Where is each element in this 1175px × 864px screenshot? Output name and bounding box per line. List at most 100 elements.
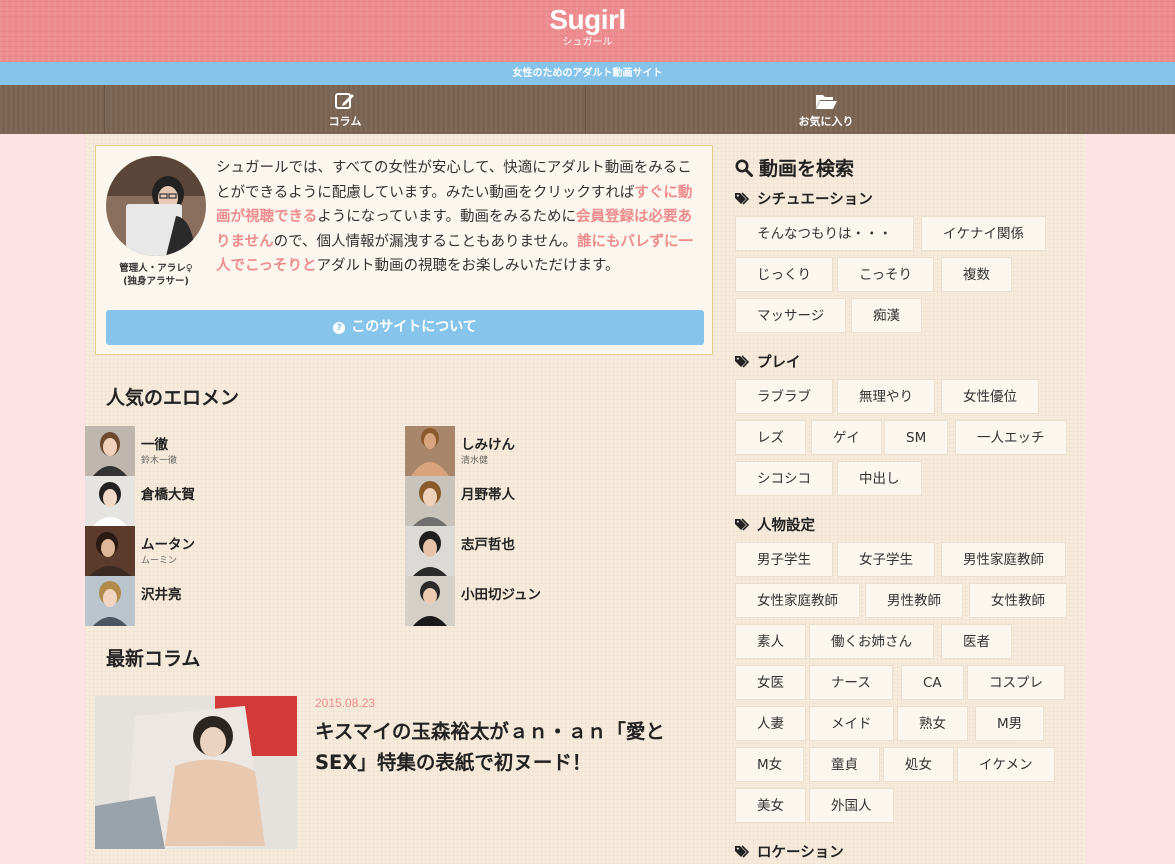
tag-button[interactable]: 女性家庭教師 xyxy=(735,583,860,618)
list-item[interactable]: 月野帯人 xyxy=(405,476,705,526)
man-photo xyxy=(85,426,135,476)
tag-button[interactable]: 女子学生 xyxy=(837,542,935,577)
column-thumbnail[interactable] xyxy=(95,696,297,849)
list-item[interactable]: ムータン ムーミン xyxy=(85,526,385,576)
category-label: 人物設定 xyxy=(757,518,815,534)
tag-button[interactable]: 美女 xyxy=(735,788,806,823)
category-title-situation: シチュエーション xyxy=(735,188,873,209)
man-name: ムータン xyxy=(141,537,195,553)
tag-button[interactable]: 痴漢 xyxy=(851,298,922,333)
man-photo xyxy=(85,576,135,626)
tag-button[interactable]: SM xyxy=(884,420,949,455)
intro-box: 管理人・アラレ♀ (独身アラサー) シュガールでは、すべての女性が安心して、快適… xyxy=(95,145,713,355)
tag-button[interactable]: イケナイ関係 xyxy=(921,216,1046,251)
tag-button[interactable]: 働くお姉さん xyxy=(809,624,934,659)
list-item[interactable]: 沢井亮 xyxy=(85,576,385,626)
tag-button[interactable]: メイド xyxy=(809,706,894,741)
question-circle-icon: ? xyxy=(333,322,346,334)
tag-button[interactable]: 人妻 xyxy=(735,706,806,741)
category-label: プレイ xyxy=(757,355,801,371)
column-title-link[interactable]: キスマイの玉森裕太がａｎ・ａｎ「愛とSEX」特集の表紙で初ヌード！ xyxy=(315,716,715,778)
tag-button[interactable]: M男 xyxy=(975,706,1045,741)
tag-button[interactable]: 処女 xyxy=(883,747,954,782)
tag-button[interactable]: ナース xyxy=(809,665,893,700)
video-search-label: 動画を検索 xyxy=(759,158,855,180)
latest-column-title: 最新コラム xyxy=(106,648,201,670)
tag-button[interactable]: コスプレ xyxy=(967,665,1065,700)
man-photo xyxy=(85,526,135,576)
tags-icon xyxy=(735,192,750,205)
list-item[interactable]: 志戸哲也 xyxy=(405,526,705,576)
man-name: 月野帯人 xyxy=(461,487,515,503)
tag-button[interactable]: M女 xyxy=(735,747,805,782)
nav-item-favorites[interactable]: お気に入り xyxy=(585,85,1067,134)
video-search-title: 動画を検索 xyxy=(735,154,854,181)
tag-button[interactable]: 男性家庭教師 xyxy=(941,542,1066,577)
man-photo xyxy=(405,526,455,576)
tag-button[interactable]: 一人エッチ xyxy=(955,420,1067,455)
admin-name: 管理人・アラレ♀ xyxy=(119,263,193,274)
tag-button[interactable]: ゲイ xyxy=(811,420,882,455)
man-photo xyxy=(405,426,455,476)
nav-item-column[interactable]: コラム xyxy=(104,85,586,134)
man-name: 一徹 xyxy=(141,437,168,453)
tag-button[interactable]: 外国人 xyxy=(809,788,894,823)
tag-button[interactable]: そんなつもりは・・・ xyxy=(735,216,914,251)
column-card[interactable]: 2015.08.23 キスマイの玉森裕太がａｎ・ａｎ「愛とSEX」特集の表紙で初… xyxy=(95,696,715,850)
man-name: 倉橋大賀 xyxy=(141,487,195,503)
tag-button[interactable]: マッサージ xyxy=(735,298,847,333)
tag-button[interactable]: ラブラブ xyxy=(735,379,833,414)
folder-open-icon xyxy=(816,95,837,109)
list-item[interactable]: しみけん 清水健 xyxy=(405,426,705,476)
nav-label-favorites: お気に入り xyxy=(798,115,854,128)
nav-label-column: コラム xyxy=(328,115,362,128)
tagline-bar: 女性のためのアダルト動画サイト xyxy=(0,62,1175,85)
man-name: しみけん xyxy=(461,437,515,453)
admin-avatar xyxy=(106,156,206,256)
tags-icon xyxy=(735,845,750,858)
column-date: 2015.08.23 xyxy=(315,696,376,710)
tag-button[interactable]: 無理やり xyxy=(837,379,935,414)
tag-button[interactable]: 男性教師 xyxy=(865,583,963,618)
about-site-button[interactable]: ? このサイトについて xyxy=(106,310,704,345)
tags-icon xyxy=(735,518,750,531)
intro-text-2: ようになっています。動画をみるために xyxy=(317,209,577,225)
tag-button[interactable]: 女医 xyxy=(735,665,806,700)
header-bar: Sugirl シュガール xyxy=(0,0,1175,62)
man-name: 志戸哲也 xyxy=(461,537,515,553)
tag-button[interactable]: 童貞 xyxy=(809,747,880,782)
tag-button[interactable]: 男子学生 xyxy=(735,542,833,577)
tag-button[interactable]: 医者 xyxy=(941,624,1012,659)
man-subname: 鈴木一徹 xyxy=(141,456,178,466)
tag-button[interactable]: こっそり xyxy=(837,257,935,292)
tag-button[interactable]: 素人 xyxy=(735,624,806,659)
man-subname: ムーミン xyxy=(141,556,178,566)
man-photo xyxy=(85,476,135,526)
list-item[interactable]: 小田切ジュン xyxy=(405,576,705,626)
tag-button[interactable]: 女性教師 xyxy=(969,583,1067,618)
tag-button[interactable]: レズ xyxy=(735,420,806,455)
tag-button[interactable]: CA xyxy=(901,665,964,700)
tag-button[interactable]: じっくり xyxy=(735,257,833,292)
tag-button[interactable]: 複数 xyxy=(941,257,1012,292)
man-subname: 清水健 xyxy=(461,456,489,466)
site-logo[interactable]: Sugirl シュガール xyxy=(0,4,1175,49)
list-item[interactable]: 倉橋大賀 xyxy=(85,476,385,526)
category-label: シチュエーション xyxy=(757,192,873,208)
list-item[interactable]: 一徹 鈴木一徹 xyxy=(85,426,385,476)
tag-button[interactable]: 熟女 xyxy=(897,706,968,741)
tag-button[interactable]: イケメン xyxy=(957,747,1055,782)
tags-icon xyxy=(735,355,750,368)
man-name: 小田切ジュン xyxy=(461,587,542,603)
tag-button[interactable]: 中出し xyxy=(837,461,922,496)
intro-text-1: シュガールでは、すべての女性が安心して、快適にアダルト動画をみることができるよう… xyxy=(216,160,692,201)
category-label: ロケーション xyxy=(757,845,844,861)
tag-button[interactable]: 女性優位 xyxy=(941,379,1039,414)
intro-text: シュガールでは、すべての女性が安心して、快適にアダルト動画をみることができるよう… xyxy=(216,156,702,279)
admin-note: (独身アラサー) xyxy=(123,276,189,287)
edit-icon xyxy=(335,93,354,109)
tag-button[interactable]: シコシコ xyxy=(735,461,833,496)
logo-text: Sugirl xyxy=(549,4,626,35)
main-nav: コラム お気に入り xyxy=(0,85,1175,134)
man-name: 沢井亮 xyxy=(141,587,182,603)
